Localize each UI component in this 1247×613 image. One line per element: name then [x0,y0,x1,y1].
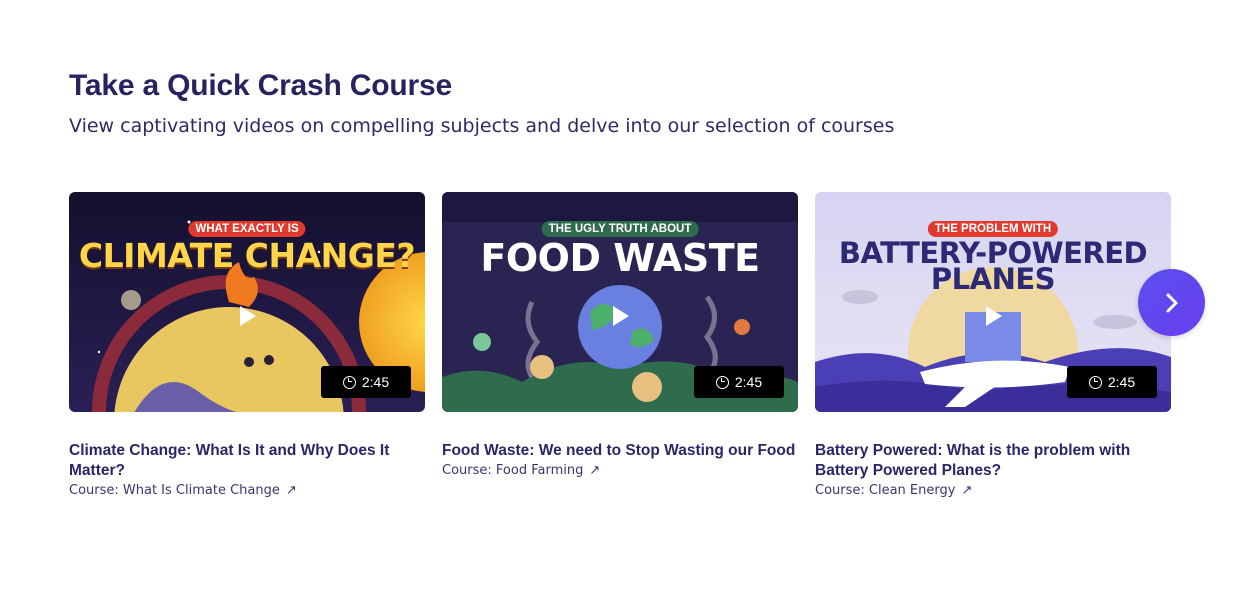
course-link-label: Course: What Is Climate Change [69,483,280,498]
video-thumbnail[interactable]: The Ugly Truth About FOOD WASTE 2:45 [442,192,798,412]
chevron-right-icon [1166,293,1177,312]
duration-badge: 2:45 [694,366,784,398]
arrow-up-right-icon: ↗ [285,483,297,498]
video-title[interactable]: Battery Powered: What is the problem wit… [815,441,1171,481]
arrow-up-right-icon: ↗ [961,483,973,498]
arrow-up-right-icon: ↗ [589,463,601,478]
video-thumbnail[interactable]: The Problem With BATTERY-POWERED PLANES … [815,192,1171,412]
clock-icon [715,375,729,389]
thumbnail-badge: The Problem With [927,221,1059,237]
video-card: What Exactly Is CLIMATE CHANGE? 2:45 Cli… [69,192,425,499]
video-title[interactable]: Climate Change: What Is It and Why Does … [69,441,425,481]
duration-text: 2:45 [734,374,763,390]
course-link[interactable]: Course: Food Farming ↗ [442,462,600,479]
duration-badge: 2:45 [321,366,411,398]
section-title: Take a Quick Crash Course [69,69,452,102]
play-icon[interactable] [234,303,260,329]
course-link[interactable]: Course: What Is Climate Change ↗ [69,482,297,499]
crash-course-header: Take a Quick Crash Course View captivati… [69,68,1179,138]
thumbnail-badge: What Exactly Is [188,221,306,237]
duration-text: 2:45 [361,374,390,390]
video-thumbnail[interactable]: What Exactly Is CLIMATE CHANGE? 2:45 [69,192,425,412]
section-subtitle: View captivating videos on compelling su… [69,115,895,137]
course-link-label: Course: Food Farming [442,463,584,478]
duration-text: 2:45 [1107,374,1136,390]
video-card: The Problem With BATTERY-POWERED PLANES … [815,192,1171,499]
play-icon[interactable] [980,303,1006,329]
video-card-carousel: What Exactly Is CLIMATE CHANGE? 2:45 Cli… [69,192,1179,502]
thumbnail-headline: PLANES [930,262,1056,296]
video-title[interactable]: Food Waste: We need to Stop Wasting our … [442,441,798,461]
play-icon[interactable] [607,303,633,329]
course-link[interactable]: Course: Clean Energy ↗ [815,482,972,499]
thumbnail-badge: The Ugly Truth About [541,221,699,237]
course-link-label: Course: Clean Energy [815,483,956,498]
thumbnail-headline: FOOD WASTE [480,236,760,280]
carousel-next-button[interactable] [1138,269,1205,336]
video-card: The Ugly Truth About FOOD WASTE 2:45 Foo… [442,192,798,479]
duration-badge: 2:45 [1067,366,1157,398]
thumbnail-headline: CLIMATE CHANGE? [78,236,416,275]
clock-icon [342,375,356,389]
clock-icon [1088,375,1102,389]
